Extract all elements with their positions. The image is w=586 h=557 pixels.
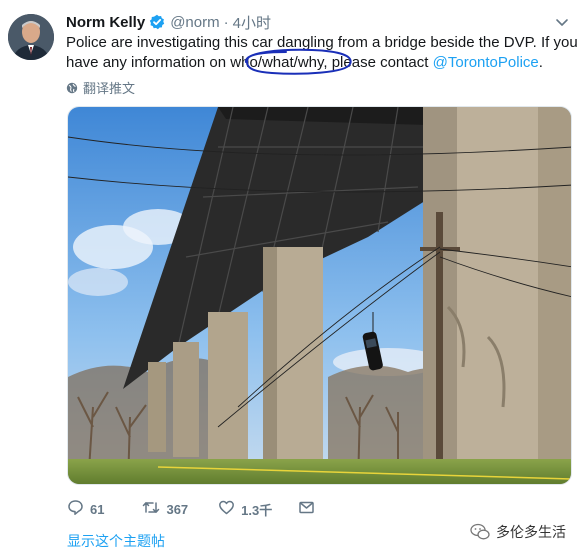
author-name[interactable]: Norm Kelly bbox=[66, 14, 145, 31]
retweet-count: 367 bbox=[166, 501, 189, 517]
tweet-text-end: . bbox=[538, 54, 543, 71]
translate-tweet-link[interactable]: 翻译推文 bbox=[66, 78, 135, 97]
watermark-label: 多伦多生活 bbox=[496, 524, 566, 540]
tweet-text-part2: please contact bbox=[327, 54, 433, 71]
like-count: 1.3千 bbox=[241, 502, 273, 518]
reply-count: 61 bbox=[90, 501, 105, 517]
tweet-photo[interactable] bbox=[67, 106, 572, 485]
header-separator: · bbox=[223, 13, 229, 31]
verified-badge-icon bbox=[149, 14, 165, 30]
translate-label: 翻译推文 bbox=[83, 81, 136, 96]
author-handle[interactable]: @norm bbox=[170, 14, 219, 31]
avatar[interactable] bbox=[8, 14, 54, 60]
retweet-icon bbox=[142, 499, 160, 519]
globe-icon bbox=[66, 82, 78, 94]
retweet-button[interactable]: 367 bbox=[142, 499, 188, 519]
chevron-down-icon[interactable] bbox=[554, 14, 570, 30]
circled-phrase: who/what/why, bbox=[230, 54, 328, 71]
like-icon bbox=[218, 499, 235, 519]
reply-button[interactable]: 61 bbox=[67, 499, 104, 519]
reply-icon bbox=[67, 499, 84, 519]
message-icon bbox=[298, 499, 315, 519]
avatar-image bbox=[8, 14, 54, 60]
show-thread-link[interactable]: 显示这个主题帖 bbox=[67, 531, 165, 551]
watermark: 多伦多生活 bbox=[470, 522, 566, 542]
tweet: Norm Kelly @norm · 4小时 Police are invest… bbox=[0, 0, 586, 557]
mention-link[interactable]: @TorontoPolice bbox=[433, 54, 539, 71]
photo-car-under-bridge bbox=[68, 107, 571, 484]
wechat-icon bbox=[470, 523, 490, 541]
tweet-header: Norm Kelly @norm · 4小时 bbox=[66, 12, 271, 32]
like-button[interactable]: 1.3千 bbox=[218, 499, 272, 519]
tweet-actions: 61 367 1.3千 bbox=[67, 500, 315, 518]
tweet-time[interactable]: 4小时 bbox=[233, 12, 271, 33]
direct-message-button[interactable] bbox=[298, 499, 315, 519]
tweet-text: Police are investigating this car dangli… bbox=[66, 33, 578, 75]
